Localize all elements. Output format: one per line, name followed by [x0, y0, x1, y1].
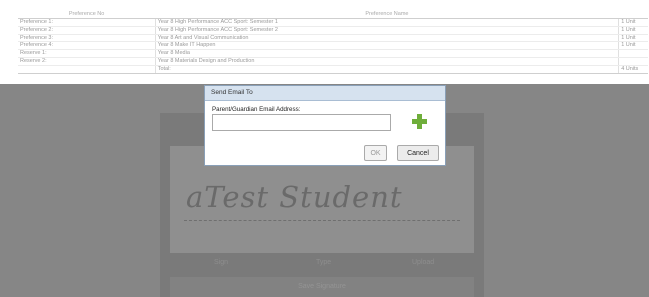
- tab-upload[interactable]: Upload: [412, 259, 434, 266]
- total-value: 4 Units: [618, 65, 648, 74]
- header-preference-name: Preference Name: [155, 10, 619, 19]
- email-field[interactable]: [212, 114, 391, 131]
- preference-units: [618, 49, 648, 58]
- preference-number: Reserve 1:: [18, 49, 156, 58]
- preference-name: Year 8 High Performance ACC Sport: Semes…: [154, 26, 620, 35]
- table-row: Preference 4: Year 8 Make IT Happen 1 Un…: [18, 41, 648, 51]
- ok-button[interactable]: OK: [364, 145, 387, 161]
- table-row: Preference 3: Year 8 Art and Visual Comm…: [18, 34, 648, 43]
- table-row: Preference 2: Year 8 High Performance AC…: [18, 26, 648, 35]
- header-preference-no: Preference No: [18, 10, 156, 19]
- email-field-label: Parent/Guardian Email Address:: [212, 106, 301, 113]
- preference-name: Year 8 Media: [154, 49, 620, 58]
- dialog-title: Send Email To: [205, 86, 445, 101]
- preference-units: [618, 57, 648, 66]
- preference-name: Year 8 High Performance ACC Sport: Semes…: [154, 18, 620, 27]
- preference-name: Year 8 Materials Design and Production: [154, 57, 620, 66]
- preference-number: Preference 3:: [18, 34, 156, 43]
- signature-line: [184, 220, 460, 221]
- preference-number: Reserve 2:: [18, 57, 156, 66]
- preference-number: Preference 4:: [18, 41, 156, 51]
- preference-units: 1 Unit: [618, 26, 648, 35]
- send-email-dialog: Send Email To Parent/Guardian Email Addr…: [204, 85, 446, 166]
- cancel-button[interactable]: Cancel: [397, 145, 439, 161]
- total-row: Total: 4 Units: [18, 65, 648, 74]
- preference-number: Preference 1:: [18, 18, 156, 27]
- table-row: Reserve 1: Year 8 Media: [18, 49, 648, 58]
- preference-number: Preference 2:: [18, 26, 156, 35]
- save-signature-button[interactable]: Save Signature: [170, 277, 474, 297]
- header-units: [618, 10, 648, 19]
- preference-units: 1 Unit: [618, 34, 648, 43]
- signature-text: aTest Student: [186, 180, 403, 214]
- table-row: Reserve 2: Year 8 Materials Design and P…: [18, 57, 648, 66]
- table-row: Preference 1: Year 8 High Performance AC…: [18, 18, 648, 27]
- preference-units: 1 Unit: [618, 18, 648, 27]
- preference-name: Year 8 Make IT Happen: [154, 41, 620, 51]
- plus-icon[interactable]: [412, 114, 427, 129]
- preference-units: 1 Unit: [618, 41, 648, 51]
- preferences-table: Preference No Preference Name Preference…: [18, 10, 648, 74]
- tab-sign[interactable]: Sign: [214, 259, 228, 266]
- tab-type[interactable]: Type: [316, 259, 331, 266]
- total-label: Total:: [154, 65, 620, 74]
- preference-name: Year 8 Art and Visual Communication: [154, 34, 620, 43]
